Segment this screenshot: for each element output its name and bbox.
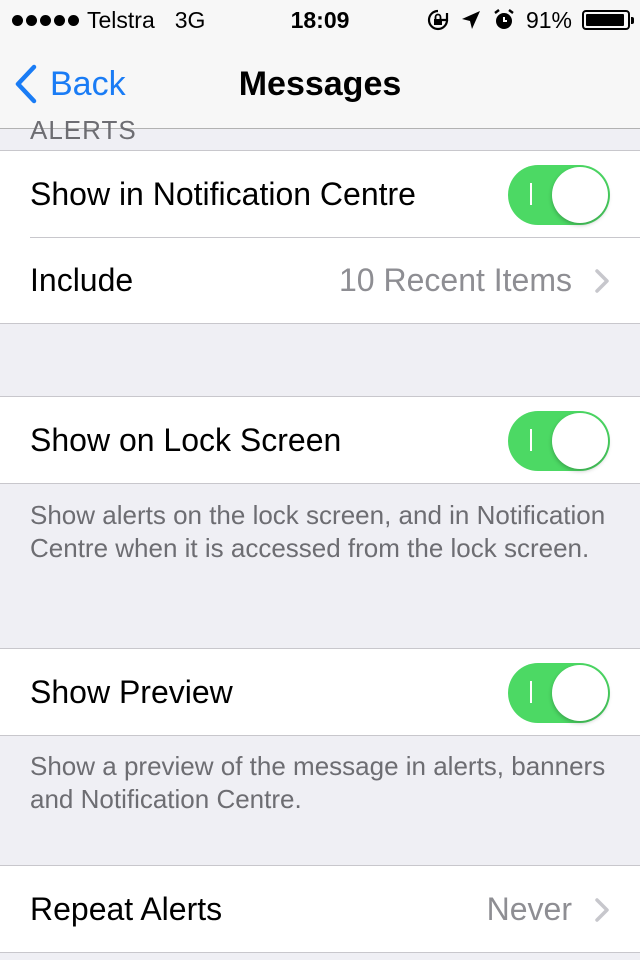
show-on-lock-screen-toggle[interactable] xyxy=(508,411,610,471)
status-bar: Telstra 3G 18:09 91% xyxy=(0,0,640,40)
show-in-notification-centre-toggle[interactable] xyxy=(508,165,610,225)
chevron-right-icon xyxy=(595,898,609,922)
row-label: Show on Lock Screen xyxy=(30,421,342,458)
toggle-on-mark xyxy=(530,681,532,703)
repeat-alerts-row[interactable]: Repeat Alerts Never xyxy=(0,866,640,952)
show-preview-group: Show Preview xyxy=(0,648,640,736)
toggle-knob xyxy=(552,167,608,223)
alarm-icon xyxy=(494,9,514,29)
notification-centre-group: Show in Notification Centre Include 10 R… xyxy=(0,150,640,324)
row-label: Show in Notification Centre xyxy=(30,175,416,212)
chevron-right-icon xyxy=(595,269,609,293)
toggle-on-mark xyxy=(530,183,532,205)
row-label: Include xyxy=(30,261,134,298)
battery-percent: 91% xyxy=(525,6,572,33)
row-label: Show Preview xyxy=(30,673,233,710)
show-preview-row: Show Preview xyxy=(0,649,640,735)
include-value: 10 Recent Items xyxy=(339,261,572,298)
status-right: 91% xyxy=(426,0,634,40)
lock-screen-footer: Show alerts on the lock screen, and in N… xyxy=(30,500,606,563)
toggle-knob xyxy=(552,413,608,469)
toggle-on-mark xyxy=(530,429,532,451)
section-header-alerts: ALERTS xyxy=(30,115,137,145)
location-icon xyxy=(461,11,480,29)
show-preview-footer: Show a preview of the message in alerts,… xyxy=(30,751,606,814)
toggle-knob xyxy=(552,665,608,721)
rotation-lock-icon xyxy=(427,9,449,31)
repeat-alerts-group: Repeat Alerts Never xyxy=(0,865,640,953)
include-row[interactable]: Include 10 Recent Items xyxy=(0,237,640,323)
show-preview-toggle[interactable] xyxy=(508,663,610,723)
show-in-notification-centre-row: Show in Notification Centre xyxy=(0,151,640,237)
repeat-alerts-value: Never xyxy=(486,890,572,927)
battery-icon xyxy=(582,10,634,30)
lock-screen-group: Show on Lock Screen xyxy=(0,396,640,484)
show-on-lock-screen-row: Show on Lock Screen xyxy=(0,397,640,483)
row-label: Repeat Alerts xyxy=(30,890,223,927)
